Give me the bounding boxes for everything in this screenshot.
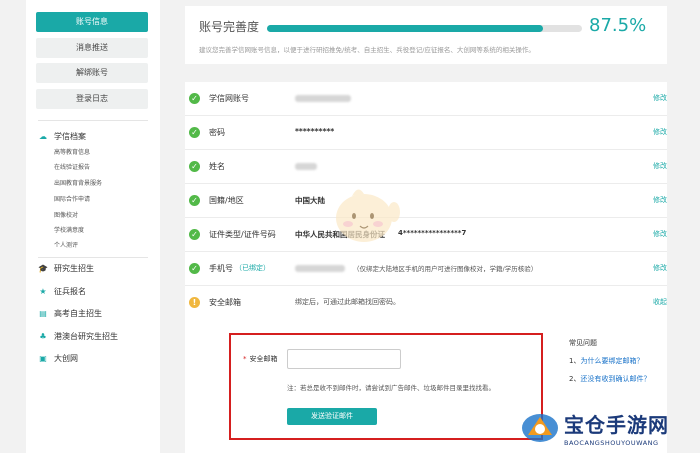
graduation-cap-icon: 🎓 (38, 264, 48, 273)
row-label: 密码 (209, 128, 225, 137)
row-value: 绑定后，可通过此邮箱找回密码。 (295, 298, 400, 306)
sidebar-subitem[interactable]: 出国教育背景服务 (54, 179, 102, 189)
collapse-email-link[interactable]: 收起 (653, 297, 667, 307)
sidebar: 账号信息 消息推送 解绑账号 登录日志 ☁ 学信档案 高等教育信息 在线验证报告 … (26, 0, 160, 453)
row-label: 国籍/地区 (209, 196, 244, 205)
edit-phone-link[interactable]: 修改 (653, 263, 667, 273)
row-value: 中国大陆 (295, 196, 325, 205)
row-name: ✓ 姓名 修改 (185, 150, 667, 184)
phone-note: （仅绑定大陆地区手机的用户可进行图像校对，学籍/学历核验） (353, 265, 538, 273)
login-log-button[interactable]: 登录日志 (36, 89, 148, 109)
faq-title: 常见问题 (569, 339, 597, 347)
faq-link-why-bind-email[interactable]: 为什么要绑定邮箱？ (580, 357, 643, 365)
faq-item: 1、为什么要绑定邮箱？ (569, 356, 679, 366)
completion-progress-bar (267, 25, 582, 32)
document-icon: ▣ (39, 354, 47, 363)
sidebar-item-archive[interactable]: ☁ 学信档案 (38, 130, 158, 144)
security-email-input[interactable] (287, 349, 401, 369)
sidebar-subitem[interactable]: 国际合作申请 (54, 195, 90, 205)
sidebar-item-label: 高考自主招生 (54, 309, 102, 318)
edit-name-link[interactable]: 修改 (653, 161, 667, 171)
sidebar-subitem[interactable]: 在线验证报告 (54, 163, 90, 173)
site-watermark: 宝仓手游网 BAOCANGSHOUYOUWANG (516, 405, 700, 453)
sidebar-subitem[interactable]: 学校满意度 (54, 226, 84, 236)
email-label-text: 安全邮箱 (249, 355, 278, 363)
sidebar-item-label: 港澳台研究生招生 (54, 332, 118, 341)
faq-item-number: 1、 (569, 357, 581, 365)
row-value: ********** (295, 127, 335, 136)
sidebar-subitem[interactable]: 图像校对 (54, 211, 78, 221)
row-label: 姓名 (209, 162, 225, 171)
message-push-button[interactable]: 消息推送 (36, 38, 148, 58)
row-value-masked (295, 163, 317, 170)
sidebar-subitem[interactable]: 高等教育信息 (54, 148, 90, 158)
sidebar-divider (38, 257, 148, 258)
sidebar-item-hkmt-grad[interactable]: ♣ 港澳台研究生招生 (38, 330, 158, 344)
faq-item: 2、还没有收到确认邮件？ (569, 374, 679, 384)
row-label: 学信网账号 (209, 94, 249, 103)
edit-password-link[interactable]: 修改 (653, 127, 667, 137)
unbind-account-button[interactable]: 解绑账号 (36, 63, 148, 83)
row-label: 手机号 (209, 264, 233, 273)
book-icon: ▤ (39, 309, 47, 318)
completion-percent: 87.5% (589, 15, 647, 36)
faq-panel: 常见问题 1、为什么要绑定邮箱？ 2、还没有收到确认邮件？ (569, 338, 679, 392)
completion-hint: 建议您完善学信网账号信息，以便于进行研招推免/统考、自主招生、兵役登记/应征报名… (199, 46, 535, 54)
check-icon: ✓ (189, 127, 200, 138)
sidebar-item-label: 征兵报名 (54, 287, 86, 296)
row-phone: ✓ 手机号 （已绑定） （仅绑定大陆地区手机的用户可进行图像校对，学籍/学历核验… (185, 252, 667, 286)
phone-bound-badge: （已绑定） (235, 264, 270, 272)
sidebar-item-independent-admission[interactable]: ▤ 高考自主招生 (38, 307, 158, 321)
edit-account-link[interactable]: 修改 (653, 93, 667, 103)
account-completion-panel: 账号完善度 87.5% 建议您完善学信网账号信息，以便于进行研招推免/统考、自主… (185, 6, 667, 64)
check-icon: ✓ (189, 161, 200, 172)
row-label: 证件类型/证件号码 (209, 230, 276, 239)
email-form-note: 注：若总是收不到邮件时，请尝试到广告邮件、垃圾邮件目录里找找看。 (287, 384, 495, 392)
watermark-title: 宝仓手游网 (564, 413, 669, 437)
row-id-document: ✓ 证件类型/证件号码 中华人民共和国居民身份证 4**************… (185, 218, 667, 252)
faq-link-no-confirmation[interactable]: 还没有收到确认邮件？ (580, 375, 650, 383)
check-icon: ✓ (189, 93, 200, 104)
row-value-masked (295, 95, 351, 102)
check-icon: ✓ (189, 195, 200, 206)
sidebar-item-label: 研究生招生 (54, 264, 94, 273)
sidebar-item-conscription[interactable]: ★ 征兵报名 (38, 285, 158, 299)
edit-nationality-link[interactable]: 修改 (653, 195, 667, 205)
people-icon: ♣ (39, 332, 47, 341)
row-security-email: ! 安全邮箱 绑定后，可通过此邮箱找回密码。 收起 (185, 286, 667, 320)
star-icon: ★ (39, 287, 47, 296)
row-account: ✓ 学信网账号 修改 (185, 82, 667, 116)
sidebar-divider (38, 120, 148, 121)
row-value-id-number: 4****************7 (398, 229, 467, 237)
email-field-label: * 安全邮箱 (243, 354, 278, 364)
sidebar-item-innovation[interactable]: ▣ 大创网 (38, 352, 158, 366)
row-value-masked (295, 265, 345, 272)
completion-title: 账号完善度 (199, 20, 260, 34)
faq-item-number: 2、 (569, 375, 581, 383)
warning-icon: ! (189, 297, 200, 308)
edit-id-link[interactable]: 修改 (653, 229, 667, 239)
sidebar-item-grad-admission[interactable]: 🎓 研究生招生 (38, 262, 158, 276)
sidebar-item-label: 大创网 (54, 354, 78, 363)
row-password: ✓ 密码 ********** 修改 (185, 116, 667, 150)
required-mark: * (243, 355, 247, 363)
check-icon: ✓ (189, 229, 200, 240)
row-nationality: ✓ 国籍/地区 中国大陆 修改 (185, 184, 667, 218)
watermark-subtitle: BAOCANGSHOUYOUWANG (564, 439, 659, 447)
mascot-decoration (336, 189, 400, 242)
cloud-icon: ☁ (39, 132, 47, 141)
completion-progress-fill (267, 25, 543, 32)
row-label: 安全邮箱 (209, 298, 241, 307)
email-bind-form: * 安全邮箱 注：若总是收不到邮件时，请尝试到广告邮件、垃圾邮件目录里找找看。 发… (229, 333, 543, 440)
check-icon: ✓ (189, 263, 200, 274)
sidebar-item-label: 学信档案 (54, 132, 86, 141)
send-verification-email-button[interactable]: 发送验证邮件 (287, 408, 377, 425)
sidebar-subitem[interactable]: 个人测评 (54, 241, 78, 251)
account-info-button[interactable]: 账号信息 (36, 12, 148, 32)
watermark-logo-icon (522, 414, 558, 442)
